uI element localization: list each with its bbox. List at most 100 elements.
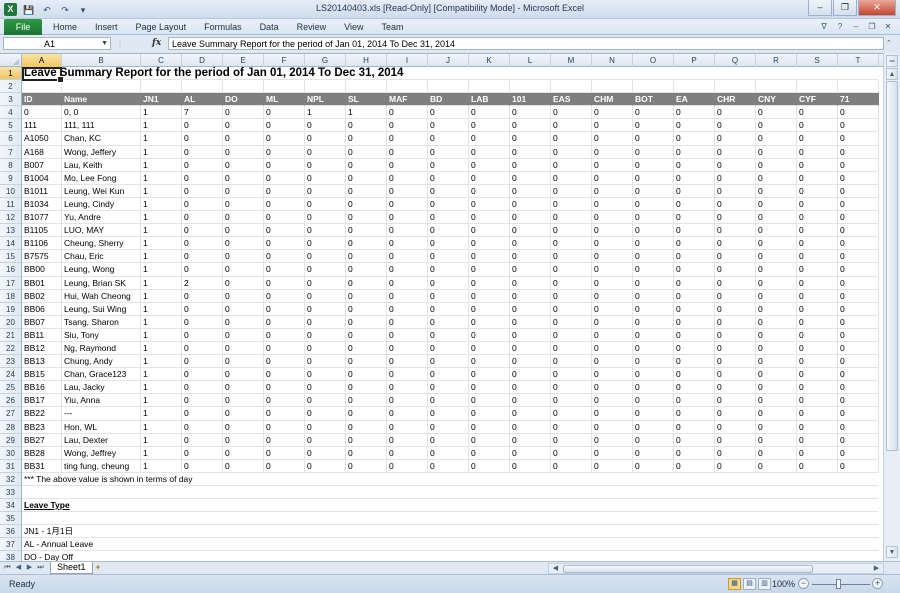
leave-value[interactable]: 0 (346, 433, 387, 447)
leave-value[interactable]: 0 (592, 145, 633, 159)
employee-name[interactable]: Leung, Wong (62, 263, 141, 277)
leave-value[interactable]: 0 (469, 145, 510, 159)
column-header-s[interactable]: S (797, 54, 838, 67)
leave-value[interactable]: 0 (387, 407, 428, 421)
leave-value[interactable]: 0 (551, 394, 592, 408)
leave-value[interactable]: 0 (387, 171, 428, 185)
leave-value[interactable]: 7 (182, 106, 223, 120)
cell[interactable] (510, 512, 551, 526)
leave-value[interactable]: 1 (305, 106, 346, 120)
leave-value[interactable]: 0 (674, 433, 715, 447)
employee-id[interactable]: B1004 (22, 171, 62, 185)
leave-value[interactable]: 0 (838, 368, 879, 382)
leave-value[interactable]: 0 (469, 184, 510, 198)
leave-value[interactable]: 0 (387, 119, 428, 133)
leave-value[interactable]: 0 (797, 394, 838, 408)
leave-value[interactable]: 0 (633, 289, 674, 303)
row-header[interactable]: 23 (0, 355, 22, 369)
leave-value[interactable]: 0 (182, 355, 223, 369)
leave-value[interactable]: 0 (797, 145, 838, 159)
leave-value[interactable]: 0 (223, 184, 264, 198)
leave-value[interactable]: 0 (510, 355, 551, 369)
employee-id[interactable]: BB13 (22, 355, 62, 369)
leave-value[interactable]: 0 (469, 420, 510, 434)
column-label[interactable]: MAF (387, 93, 428, 107)
leave-value[interactable]: 0 (182, 315, 223, 329)
page-layout-view-icon[interactable]: ▤ (743, 578, 756, 590)
leave-value[interactable]: 0 (428, 459, 469, 473)
leave-value[interactable]: 0 (387, 381, 428, 395)
leave-value[interactable]: 0 (797, 171, 838, 185)
leave-value[interactable]: 0 (715, 302, 756, 316)
leave-value[interactable]: 0 (756, 289, 797, 303)
cell[interactable] (797, 499, 838, 513)
leave-value[interactable]: 0 (551, 132, 592, 146)
leave-value[interactable]: 0 (797, 119, 838, 133)
leave-value[interactable]: 0 (674, 302, 715, 316)
cell[interactable] (346, 80, 387, 94)
leave-value[interactable]: 0 (510, 145, 551, 159)
leave-value[interactable]: 0 (469, 224, 510, 238)
leave-value[interactable]: 0 (305, 211, 346, 225)
leave-value[interactable]: 0 (387, 289, 428, 303)
cell[interactable] (551, 499, 592, 513)
leave-value[interactable]: 0 (715, 158, 756, 172)
leave-value[interactable]: 0 (346, 289, 387, 303)
maximize-button[interactable]: ❐ (833, 0, 857, 16)
leave-value[interactable]: 0 (264, 145, 305, 159)
cell[interactable] (756, 80, 797, 94)
cell[interactable] (182, 512, 223, 526)
row-header[interactable]: 11 (0, 197, 22, 212)
tab-view[interactable]: View (335, 19, 372, 35)
employee-name[interactable]: Wong, Jeffery (62, 145, 141, 159)
leave-value[interactable]: 0 (264, 341, 305, 356)
leave-value[interactable]: 0 (182, 132, 223, 146)
leave-value[interactable]: 0 (797, 420, 838, 434)
leave-value[interactable]: 0 (387, 355, 428, 369)
cell[interactable] (62, 512, 141, 526)
leave-value[interactable]: 0 (264, 250, 305, 264)
employee-id[interactable]: A1050 (22, 132, 62, 146)
undo-icon[interactable]: ↶ (40, 3, 54, 17)
leave-type-item[interactable]: AL - Annual Leave (22, 538, 93, 552)
leave-value[interactable]: 0 (346, 263, 387, 277)
cell[interactable] (510, 525, 551, 539)
leave-value[interactable]: 0 (756, 145, 797, 159)
leave-value[interactable]: 0 (715, 433, 756, 447)
leave-value[interactable]: 0 (633, 328, 674, 342)
leave-value[interactable]: 0 (551, 315, 592, 329)
column-header-f[interactable]: F (264, 54, 305, 67)
leave-value[interactable]: 0 (592, 106, 633, 120)
leave-value[interactable]: 0 (756, 394, 797, 408)
leave-value[interactable]: 0 (264, 132, 305, 146)
row-header[interactable]: 27 (0, 407, 22, 421)
leave-value[interactable]: 1 (141, 237, 182, 251)
employee-id[interactable]: B1106 (22, 237, 62, 251)
leave-value[interactable]: 0 (838, 184, 879, 198)
cell[interactable] (62, 551, 141, 561)
leave-value[interactable]: 0 (428, 394, 469, 408)
employee-name[interactable]: ting fung, cheung (62, 459, 141, 473)
column-header-k[interactable]: K (469, 54, 510, 67)
insert-function-icon[interactable]: fx (152, 37, 166, 50)
leave-value[interactable]: 0 (223, 145, 264, 159)
leave-value[interactable]: 0 (305, 433, 346, 447)
leave-value[interactable]: 0 (756, 224, 797, 238)
leave-value[interactable]: 0 (264, 171, 305, 185)
column-header-b[interactable]: B (62, 54, 141, 67)
cell[interactable] (674, 551, 715, 561)
row-header[interactable]: 38 (0, 551, 22, 561)
leave-value[interactable]: 0 (756, 237, 797, 251)
leave-value[interactable]: 0 (305, 276, 346, 290)
sheet-tab-sheet1[interactable]: Sheet1 (50, 562, 93, 574)
leave-value[interactable]: 0 (551, 446, 592, 460)
cell[interactable] (756, 499, 797, 513)
employee-name[interactable]: Lau, Dexter (62, 433, 141, 447)
employee-name[interactable]: Hui, Wah Cheong (62, 289, 141, 303)
leave-value[interactable]: 0 (756, 184, 797, 198)
leave-value[interactable]: 1 (141, 446, 182, 460)
leave-value[interactable]: 0 (592, 250, 633, 264)
employee-name[interactable]: LUO, MAY (62, 224, 141, 238)
cell[interactable] (756, 473, 797, 486)
leave-value[interactable]: 0 (387, 197, 428, 212)
